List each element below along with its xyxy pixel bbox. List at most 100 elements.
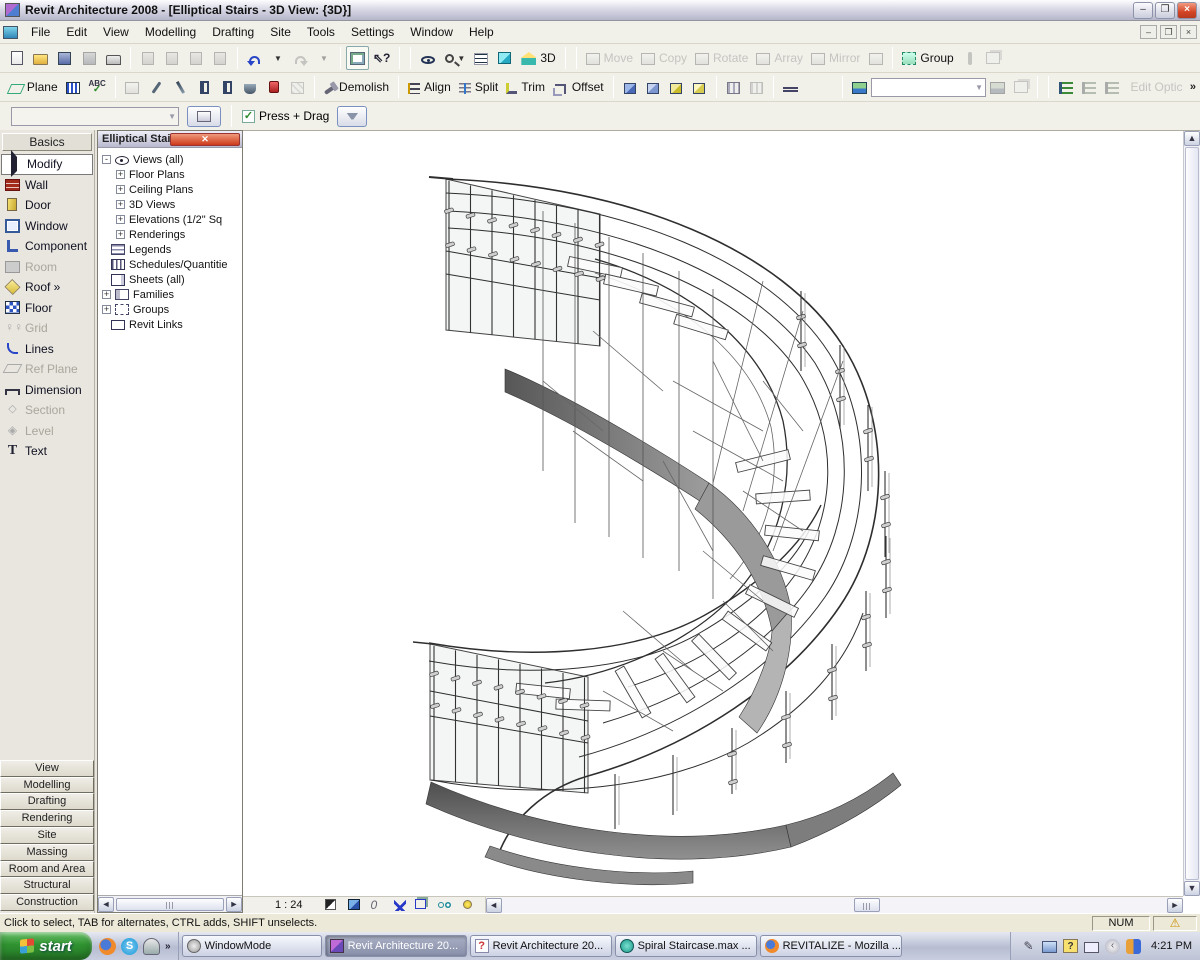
clock[interactable]: 4:21 PM [1151,940,1192,952]
copy-button[interactable] [160,46,184,70]
firefox-icon[interactable] [99,938,116,955]
design-item-lines[interactable]: Lines [0,339,94,360]
mdi-minimize-button[interactable]: – [1140,25,1157,39]
pen-tool-button[interactable] [168,75,193,99]
cope-remove-button[interactable] [642,75,665,99]
pattern-button[interactable] [286,75,309,99]
menu-file[interactable]: File [23,22,58,42]
move-button[interactable]: Move [582,46,637,70]
canvas-horizontal-scrollbar[interactable]: ◄ ► [485,897,1183,914]
3d-box-button[interactable] [492,46,517,70]
pin-button[interactable] [958,46,982,70]
properties-button[interactable] [187,106,221,127]
tree-item-3d-views[interactable]: +3D Views [102,197,242,212]
tree-item-revit-links[interactable]: Revit Links [102,317,242,332]
start-button[interactable]: start [0,932,92,960]
open-button[interactable] [29,46,52,70]
design-item-grid[interactable]: ♀♀Grid [0,318,94,339]
design-item-ref-plane[interactable]: Ref Plane [0,359,94,380]
task-revit-help[interactable]: ? Revit Architecture 20... [470,935,612,957]
close-button[interactable]: × [1177,2,1197,19]
tree-item-groups[interactable]: +Groups [102,302,242,317]
section-tool-button[interactable] [745,75,768,99]
copy-tool-button[interactable]: Copy [637,46,691,70]
default-3d-view-button[interactable]: 3D [517,46,559,70]
design-item-text[interactable]: TText [0,441,94,462]
wall-unjoin-button[interactable] [216,75,239,99]
tree-item-elevations[interactable]: +Elevations (1/2" Sq [102,212,242,227]
press-drag-checkbox[interactable]: ✓ [242,110,255,123]
detail-level-icon[interactable] [325,899,339,912]
mdi-close-button[interactable]: × [1180,25,1197,39]
menu-tools[interactable]: Tools [299,22,343,42]
scroll-up-icon[interactable]: ▲ [1184,131,1200,146]
filter-button[interactable] [337,106,367,127]
task-revit-active[interactable]: Revit Architecture 20... [325,935,467,957]
level-tool-button[interactable] [779,75,802,99]
tab-modelling[interactable]: Modelling [0,777,94,794]
scroll-left-icon[interactable]: ◄ [486,898,502,913]
crop-region-icon[interactable] [394,899,406,911]
project-browser-titlebar[interactable]: Elliptical Stairs - Proj... ✕ [98,131,242,148]
cope-button[interactable] [619,75,642,99]
tray-help-icon[interactable]: ? [1063,939,1078,953]
spelling-button[interactable]: ABC✓ [85,75,110,99]
ungroup-button[interactable] [982,46,1005,70]
menu-window[interactable]: Window [402,22,461,42]
join-button[interactable] [665,75,688,99]
match-type-button[interactable] [144,75,169,99]
tab-drafting[interactable]: Drafting [0,793,94,810]
tree-item-families[interactable]: +Families [102,287,242,302]
crop-visibility-icon[interactable] [415,899,429,912]
work-plane-button[interactable]: Plane [5,75,62,99]
render-region-button[interactable] [1009,75,1032,99]
design-item-roof[interactable]: Roof » [0,277,94,298]
shadows-icon[interactable]: 0 [371,899,385,912]
model-graphics-icon[interactable] [348,899,362,912]
group-button[interactable]: Group [898,46,957,70]
render-show-button[interactable] [986,75,1009,99]
mdi-restore-button[interactable]: ❐ [1160,25,1177,39]
design-item-level[interactable]: ◈Level [0,421,94,442]
design-item-door[interactable]: Door [0,195,94,216]
scroll-left-icon[interactable]: ◄ [98,897,114,912]
minimize-button[interactable]: – [1133,2,1153,19]
redo-button[interactable] [289,46,312,70]
tab-massing[interactable]: Massing [0,844,94,861]
pick-options-button[interactable] [1100,75,1123,99]
new-button[interactable] [5,46,29,70]
temporary-hide-icon[interactable] [438,899,452,912]
scroll-right-icon[interactable]: ► [1167,898,1183,913]
mirror-button[interactable]: Mirror [807,46,864,70]
grid-button[interactable] [62,75,85,99]
menu-help[interactable]: Help [461,22,502,42]
trim-button[interactable]: Trim [502,75,549,99]
align-button[interactable]: Align [404,75,455,99]
paint-button[interactable] [239,75,262,99]
save-button[interactable] [52,46,77,70]
toolbar-overflow-chevron[interactable]: » [1190,81,1196,93]
language-keyboard-icon[interactable] [1042,941,1057,953]
undo-button[interactable] [243,46,266,70]
design-item-section[interactable]: ◇Section [0,400,94,421]
dynamic-view-button[interactable] [416,46,439,70]
print-button[interactable] [102,46,125,70]
menu-view[interactable]: View [95,22,137,42]
design-item-wall[interactable]: Wall [0,175,94,196]
paint-can-button[interactable] [262,75,286,99]
design-options-button[interactable] [1054,75,1077,99]
undo-dropdown[interactable]: ▼ [266,46,289,70]
split-button[interactable]: Split [455,75,502,99]
paste-button[interactable] [184,46,208,70]
project-browser-toggle[interactable] [346,46,369,70]
quick-launch-overflow-icon[interactable]: » [165,941,171,952]
tree-item-views[interactable]: -Views (all) [102,152,242,167]
render-scene-button[interactable] [848,75,871,99]
vertical-scroll-thumb[interactable] [1185,147,1199,880]
render-region-combobox[interactable]: ▼ [871,78,986,97]
add-to-set-button[interactable] [1077,75,1100,99]
view-scale[interactable]: 1 : 24 [275,899,303,911]
tree-item-sheets[interactable]: Sheets (all) [102,272,242,287]
delete-button[interactable] [208,46,232,70]
menu-settings[interactable]: Settings [343,22,402,42]
